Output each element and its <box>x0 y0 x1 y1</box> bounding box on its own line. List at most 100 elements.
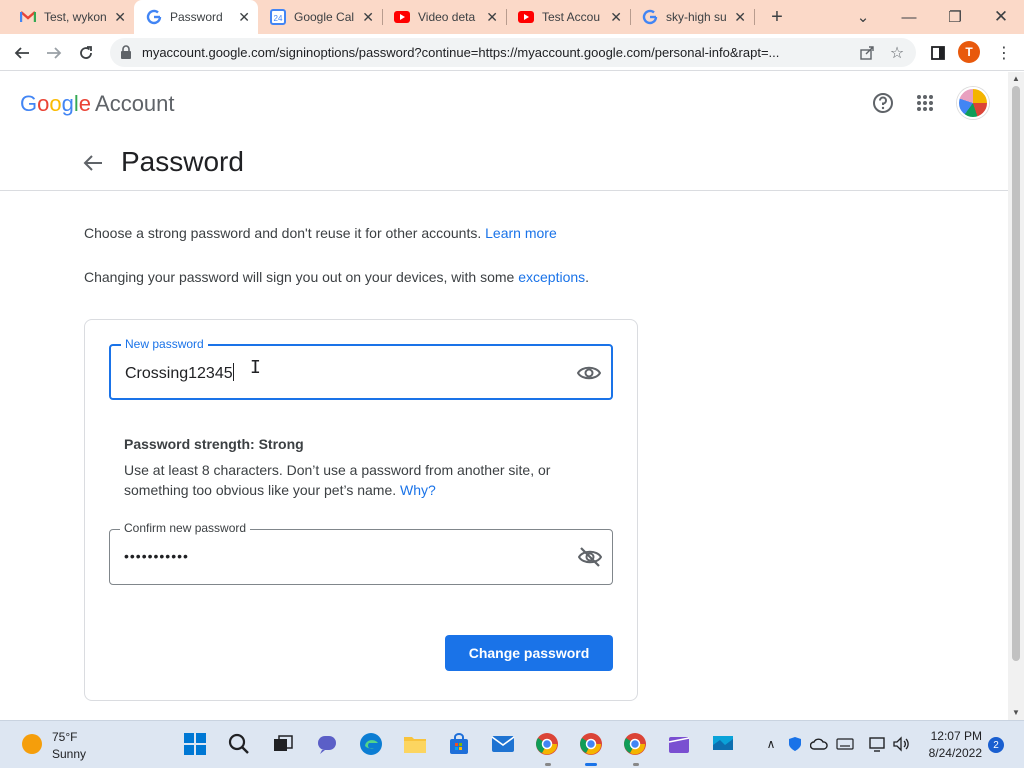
change-password-button[interactable]: Change password <box>445 635 613 671</box>
new-password-input[interactable]: Crossing12345 <box>125 363 234 383</box>
password-hint: Use at least 8 characters. Don’t use a p… <box>124 462 551 498</box>
why-link[interactable]: Why? <box>400 482 436 498</box>
logo-letter: e <box>78 91 92 116</box>
keyboard-icon[interactable] <box>836 735 854 753</box>
signout-text: Changing your password will sign you out… <box>84 269 590 285</box>
clipchamp-icon[interactable] <box>666 731 692 757</box>
reload-button[interactable] <box>72 39 100 67</box>
weather-condition[interactable]: Sunny <box>52 747 86 761</box>
new-password-label: New password <box>121 337 208 351</box>
tab-password[interactable]: Password ✕ <box>134 0 258 34</box>
address-bar[interactable]: myaccount.google.com/signinoptions/passw… <box>110 38 916 67</box>
youtube-icon <box>518 9 534 25</box>
logo-letter: o <box>37 91 50 116</box>
header-divider <box>0 190 1008 191</box>
close-tab-icon[interactable]: ✕ <box>362 9 374 26</box>
onedrive-cloud-icon[interactable] <box>810 735 828 753</box>
apps-grid-icon[interactable] <box>912 90 938 116</box>
tab-search-chevron-icon[interactable]: ⌄ <box>840 0 886 34</box>
taskbar: 75°F Sunny ∧ 12:07 PM 8/24/2022 2 <box>0 720 1024 768</box>
youtube-icon <box>394 9 410 25</box>
close-window-button[interactable]: ✕ <box>978 0 1024 34</box>
confirm-password-field[interactable]: Confirm new password ••••••••••• <box>109 521 613 585</box>
show-password-eye-icon[interactable] <box>577 361 601 385</box>
close-tab-icon[interactable]: ✕ <box>610 9 622 26</box>
tab-video-details[interactable]: Video deta ✕ <box>382 0 506 34</box>
reload-icon <box>80 46 92 59</box>
google-account-logo[interactable]: Google Account <box>20 91 175 117</box>
scroll-up-icon[interactable]: ▲ <box>1012 74 1020 83</box>
file-explorer-icon[interactable] <box>402 731 428 757</box>
browser-profile-avatar[interactable]: T <box>958 41 980 63</box>
password-card: New password Crossing12345 Password stre… <box>84 319 638 701</box>
notification-badge[interactable]: 2 <box>988 737 1004 753</box>
tab-gmail[interactable]: Test, wykon ✕ <box>0 0 134 34</box>
google-calendar-icon: 24 <box>270 9 286 25</box>
url-text[interactable]: myaccount.google.com/signinoptions/passw… <box>142 45 854 60</box>
volume-icon[interactable] <box>892 735 910 753</box>
tray-overflow-chevron-icon[interactable]: ∧ <box>762 735 780 753</box>
restore-button[interactable]: ❐ <box>932 0 978 34</box>
google-icon <box>642 9 658 25</box>
share-icon[interactable] <box>858 44 876 62</box>
close-tab-icon[interactable]: ✕ <box>734 9 746 26</box>
chrome-menu-icon[interactable]: ⋮ <box>990 39 1018 67</box>
weather-temperature[interactable]: 75°F <box>52 730 77 744</box>
remote-desktop-icon[interactable] <box>710 731 736 757</box>
tab-sky-high[interactable]: sky-high su ✕ <box>630 0 754 34</box>
new-tab-button[interactable]: + <box>754 0 800 34</box>
hide-password-eye-slash-icon[interactable] <box>578 545 602 569</box>
google-wordmark: Google <box>20 91 91 116</box>
gmail-icon <box>20 9 36 25</box>
close-tab-icon[interactable]: ✕ <box>486 9 498 26</box>
close-tab-icon[interactable]: ✕ <box>114 9 126 26</box>
chrome-profile-1-icon[interactable] <box>534 731 560 757</box>
back-arrow-icon[interactable] <box>82 152 104 174</box>
task-view-icon[interactable] <box>270 731 296 757</box>
mail-icon[interactable] <box>490 731 516 757</box>
learn-more-link[interactable]: Learn more <box>485 225 557 241</box>
chrome-profile-2-icon[interactable] <box>578 731 604 757</box>
confirm-password-label: Confirm new password <box>120 521 251 535</box>
security-shield-icon[interactable] <box>786 735 804 753</box>
page-content: Google Account Password Choose a strong p… <box>0 72 1008 720</box>
text-cursor-icon: I <box>250 357 261 378</box>
search-icon[interactable] <box>226 731 252 757</box>
bookmark-star-icon[interactable]: ☆ <box>888 44 906 62</box>
text-caret <box>232 363 234 381</box>
confirm-password-input[interactable]: ••••••••••• <box>124 548 189 564</box>
account-avatar[interactable] <box>957 87 989 119</box>
logo-letter: G <box>20 91 38 116</box>
running-indicator <box>545 763 551 766</box>
microsoft-store-icon[interactable] <box>446 731 472 757</box>
google-icon <box>146 9 162 25</box>
network-monitor-icon[interactable] <box>868 735 886 753</box>
intro-text: Choose a strong password and don't reuse… <box>84 225 557 241</box>
clock-date[interactable]: 8/24/2022 <box>924 746 982 760</box>
scroll-down-icon[interactable]: ▼ <box>1012 708 1020 717</box>
sun-icon[interactable] <box>22 734 42 754</box>
edge-icon[interactable] <box>358 731 384 757</box>
back-arrow-icon <box>14 47 29 59</box>
logo-letter: g <box>61 91 74 116</box>
lock-icon[interactable] <box>120 45 132 64</box>
teams-chat-icon[interactable] <box>314 731 340 757</box>
exceptions-link[interactable]: exceptions <box>518 269 585 285</box>
tab-test-account[interactable]: Test Accou ✕ <box>506 0 630 34</box>
scrollbar-thumb[interactable] <box>1012 86 1020 661</box>
forward-button[interactable] <box>40 39 68 67</box>
page-scrollbar[interactable]: ▲ ▼ <box>1008 72 1024 720</box>
help-icon[interactable] <box>870 90 896 116</box>
chrome-profile-3-icon[interactable] <box>622 731 648 757</box>
tab-google-calendar[interactable]: 24 Google Cal ✕ <box>258 0 382 34</box>
close-tab-icon[interactable]: ✕ <box>238 9 250 26</box>
password-strength: Password strength: Strong <box>124 436 304 452</box>
browser-toolbar: myaccount.google.com/signinoptions/passw… <box>0 34 1024 71</box>
clock-time[interactable]: 12:07 PM <box>930 729 982 743</box>
logo-letter: o <box>49 91 62 116</box>
side-panel-button[interactable] <box>924 39 952 67</box>
windows-start-icon[interactable] <box>182 731 208 757</box>
minimize-button[interactable]: — <box>886 0 932 34</box>
back-button[interactable] <box>8 39 36 67</box>
new-password-field[interactable]: New password Crossing12345 <box>109 337 613 400</box>
